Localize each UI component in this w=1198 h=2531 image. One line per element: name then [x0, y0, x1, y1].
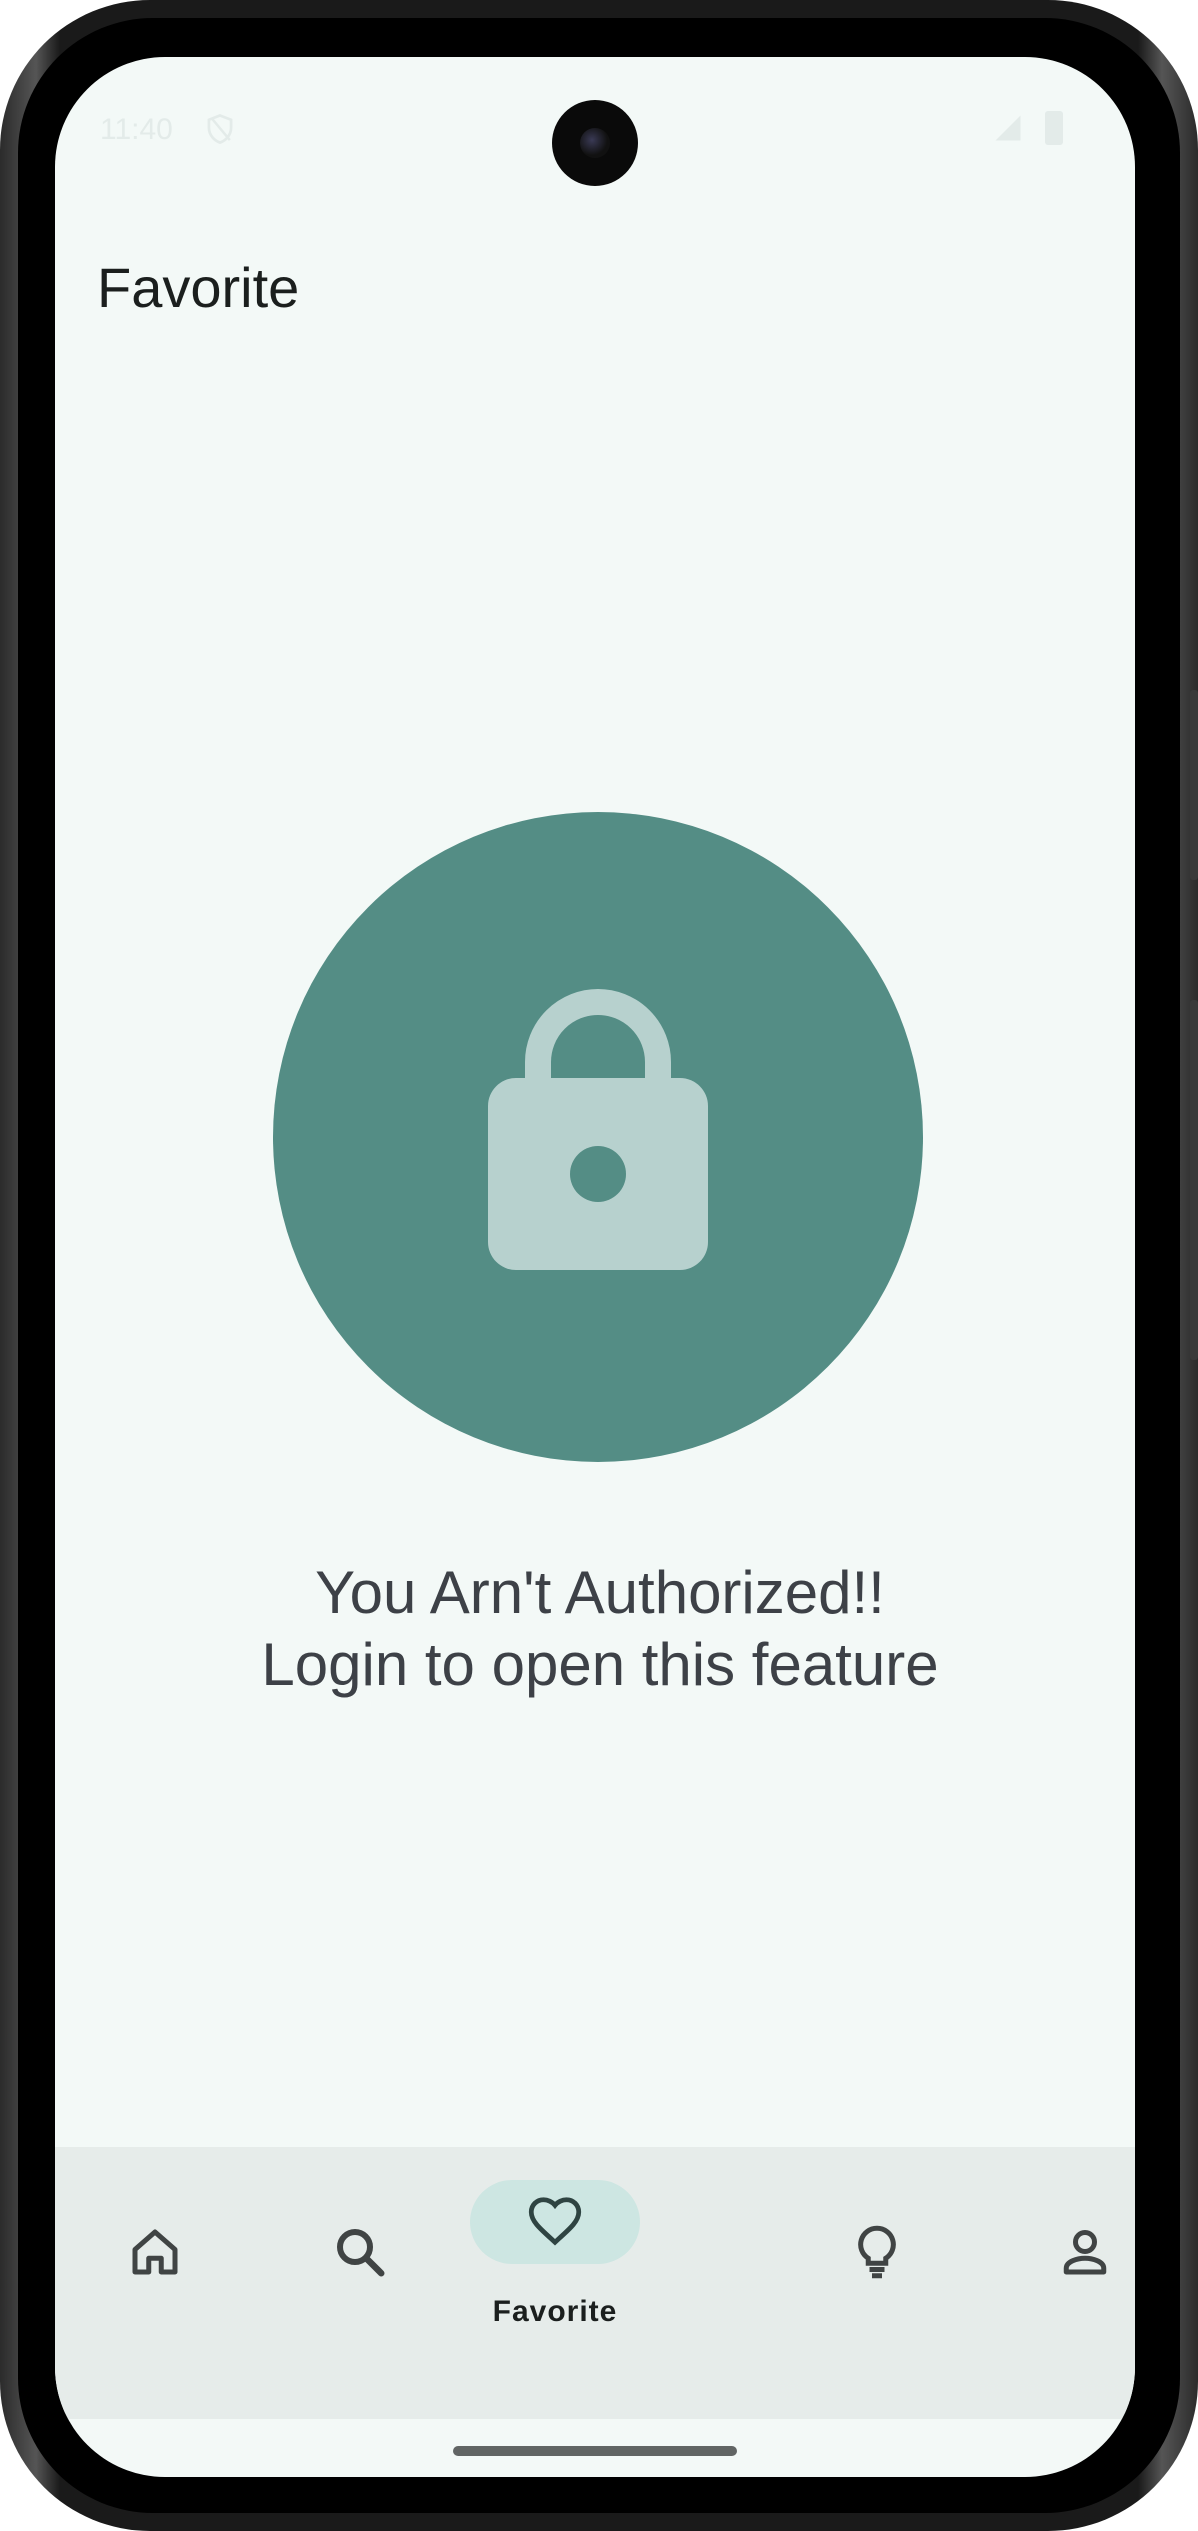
unauthorized-message: You Arn't Authorized!! Login to open thi… [55, 1557, 1135, 1701]
status-time: 11:40 [100, 113, 173, 146]
battery-icon [1045, 111, 1063, 145]
message-line-1: You Arn't Authorized!! [315, 1559, 885, 1626]
page-title: Favorite [97, 256, 300, 319]
home-icon [132, 2229, 178, 2275]
nav-label-favorite: Favorite [492, 2295, 618, 2328]
phone-frame: 11:40 Favorite You Arn't Authorized!! Lo… [0, 0, 1198, 2531]
home-indicator[interactable] [453, 2446, 737, 2456]
nav-item-ideas[interactable] [777, 2147, 977, 2419]
nav-item-profile[interactable] [985, 2147, 1135, 2419]
volume-button [1190, 690, 1198, 880]
power-button [1190, 1000, 1198, 1360]
search-icon [337, 2229, 385, 2277]
lock-icon [488, 989, 708, 1270]
locked-illustration [273, 812, 923, 1462]
signal-icon [995, 115, 1021, 141]
front-camera [552, 100, 638, 186]
nav-item-search[interactable] [260, 2147, 460, 2419]
app-screen: 11:40 Favorite You Arn't Authorized!! Lo… [55, 57, 1135, 2477]
nav-item-favorite[interactable]: Favorite [455, 2147, 655, 2419]
lightbulb-icon [858, 2225, 896, 2279]
message-line-2: Login to open this feature [261, 1631, 939, 1698]
person-icon [1063, 2229, 1107, 2275]
shield-icon [207, 114, 233, 144]
heart-icon [528, 2197, 582, 2246]
nav-item-home[interactable] [55, 2147, 255, 2419]
bottom-navigation: Favorite [55, 2147, 1135, 2419]
